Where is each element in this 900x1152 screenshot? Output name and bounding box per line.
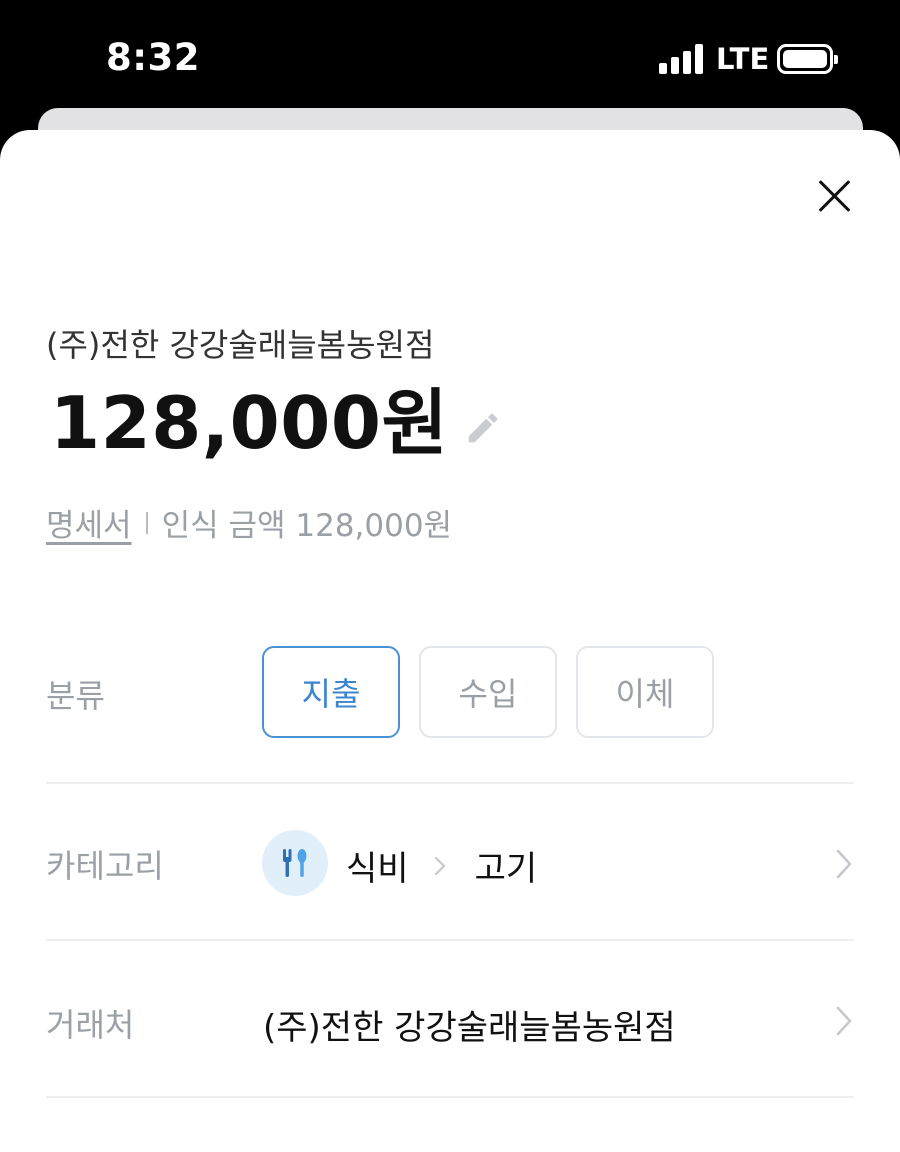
- divider: [46, 939, 854, 941]
- battery-icon: [777, 44, 838, 74]
- recognized-amount: 인식 금액 128,000원: [161, 508, 453, 544]
- pencil-icon[interactable]: [464, 409, 502, 447]
- fork-spoon-icon: [262, 830, 328, 896]
- transaction-amount: 128,000원: [50, 381, 449, 465]
- classification-transfer-button[interactable]: 이체: [576, 646, 714, 738]
- signal-icon: [659, 44, 703, 74]
- category-chevron-icon[interactable]: [833, 847, 855, 881]
- divider: [46, 1096, 854, 1098]
- category-main: 식비: [346, 849, 409, 889]
- merchant-chevron-icon[interactable]: [833, 1004, 855, 1038]
- receipt-link[interactable]: 명세서: [46, 500, 132, 545]
- category-sub: 고기: [474, 849, 538, 889]
- amount-row: 128,000원: [50, 382, 502, 465]
- chevron-right-icon: [434, 856, 445, 875]
- close-icon[interactable]: [812, 173, 858, 219]
- classification-expense-button[interactable]: 지출: [262, 646, 400, 738]
- classification-income-button[interactable]: 수입: [419, 646, 557, 738]
- category-label: 카테고리: [46, 847, 164, 885]
- separator: [145, 511, 148, 534]
- network-type: LTE: [716, 42, 770, 76]
- receipt-row: 명세서 인식 금액 128,000원: [46, 500, 452, 545]
- status-time: 8:32: [106, 36, 201, 79]
- transaction-detail-sheet: (주)전한 강강술래늘봄농원점 128,000원 명세서 인식 금액 128,0…: [0, 130, 900, 1152]
- merchant-value[interactable]: (주)전한 강강술래늘봄농원점: [263, 1000, 676, 1049]
- divider: [46, 782, 854, 784]
- category-path[interactable]: 식비 고기: [346, 841, 537, 890]
- merchant-label: 거래처: [46, 1006, 135, 1044]
- merchant-title: (주)전한 강강술래늘봄농원점: [46, 326, 435, 364]
- classification-label: 분류: [46, 677, 105, 715]
- status-bar: 8:32 LTE: [0, 0, 900, 108]
